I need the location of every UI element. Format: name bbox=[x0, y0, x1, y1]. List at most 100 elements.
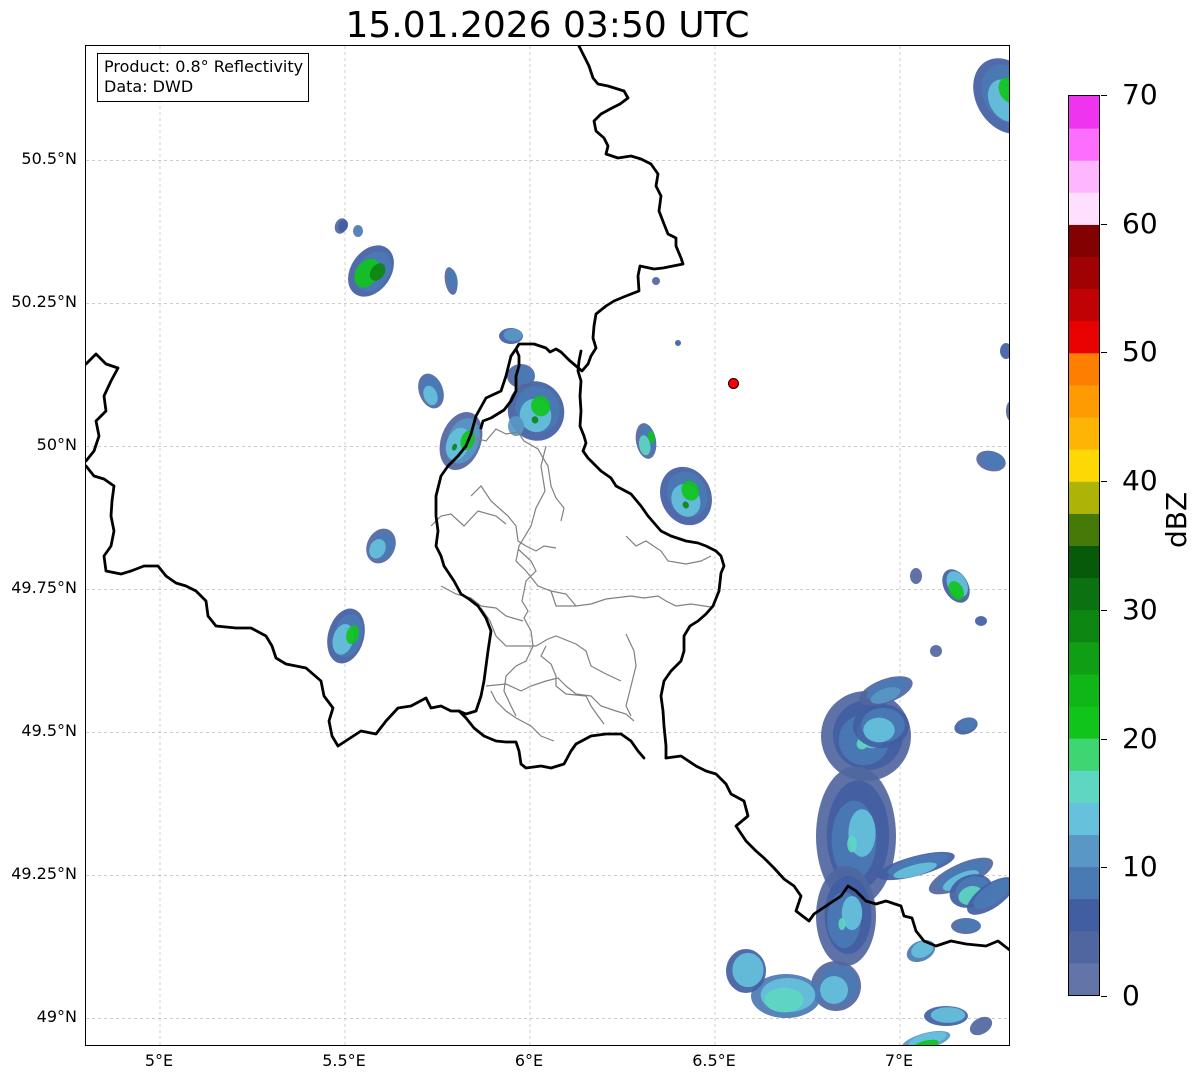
colorbar-tick-label: 40 bbox=[1122, 464, 1158, 498]
echo-cell bbox=[652, 277, 660, 285]
latitude-label: 49°N bbox=[36, 1007, 77, 1027]
district-border bbox=[430, 510, 507, 527]
colorbar-bin bbox=[1069, 128, 1099, 161]
echo-cell bbox=[348, 245, 394, 297]
site-marker[interactable] bbox=[728, 377, 739, 389]
district-border bbox=[480, 607, 622, 682]
colorbar-tick bbox=[1101, 223, 1107, 225]
echo-cell bbox=[910, 568, 922, 584]
echo-cell bbox=[366, 528, 396, 564]
data-source-label: Data: DWD bbox=[104, 77, 194, 96]
longitude-label: 6°E bbox=[514, 1051, 544, 1070]
district-border bbox=[517, 548, 537, 647]
colorbar-tick-label: 10 bbox=[1122, 850, 1158, 884]
colorbar-bin bbox=[1069, 577, 1099, 611]
product-label: Product: 0.8° Reflectivity bbox=[104, 57, 304, 76]
colorbar-tick bbox=[1101, 609, 1107, 611]
colorbar-unit-label: dBZ bbox=[1160, 491, 1193, 548]
colorbar-bin bbox=[1069, 898, 1099, 932]
map-title: 15.01.2026 03:50 UTC bbox=[345, 5, 750, 46]
latitude-label: 49.25°N bbox=[11, 864, 77, 884]
colorbar-bin bbox=[1069, 449, 1099, 482]
radar-map[interactable] bbox=[85, 45, 1010, 1046]
echo-cell bbox=[924, 1006, 968, 1026]
echo-cell bbox=[327, 608, 365, 664]
colorbar-bin bbox=[1069, 738, 1099, 771]
colorbar-bin bbox=[1069, 962, 1099, 995]
colorbar-bin bbox=[1069, 834, 1099, 868]
district-border bbox=[625, 535, 712, 565]
echo-cell bbox=[726, 949, 766, 993]
echo-cell bbox=[930, 645, 942, 657]
district-border bbox=[470, 485, 557, 552]
colorbar-tick-label: 30 bbox=[1122, 592, 1158, 626]
latitude-label: 49.5°N bbox=[21, 721, 77, 741]
colorbar-bins bbox=[1069, 96, 1099, 995]
colorbar bbox=[1068, 95, 1100, 996]
district-border bbox=[540, 645, 605, 725]
longitude-label: 5°E bbox=[144, 1051, 174, 1070]
echo-cell bbox=[853, 704, 909, 748]
colorbar-bin bbox=[1069, 352, 1099, 386]
colorbar-bin bbox=[1069, 673, 1099, 707]
echo-cell bbox=[635, 423, 657, 459]
echo-cell bbox=[901, 1030, 951, 1045]
echo-cell bbox=[507, 381, 565, 441]
district-border bbox=[625, 633, 637, 717]
colorbar-tick-label: 50 bbox=[1122, 335, 1158, 369]
echo-cell bbox=[507, 364, 535, 388]
echo-cell bbox=[973, 58, 1009, 134]
colorbar-bin bbox=[1069, 224, 1099, 258]
colorbar-bin bbox=[1069, 256, 1099, 290]
colorbar-bin bbox=[1069, 481, 1099, 514]
latitude-label: 50.25°N bbox=[11, 292, 77, 312]
colorbar-tick-label: 20 bbox=[1122, 721, 1158, 755]
echo-cell bbox=[334, 218, 349, 234]
colorbar-tick-label: 70 bbox=[1122, 78, 1158, 111]
map-canvas bbox=[86, 46, 1009, 1045]
product-info-box: Product: 0.8° Reflectivity Data: DWD bbox=[97, 53, 310, 102]
echo-cell bbox=[976, 450, 1006, 472]
colorbar-bin bbox=[1069, 545, 1099, 579]
echo-cell bbox=[499, 328, 523, 344]
echo-cell bbox=[660, 466, 712, 526]
colorbar-tick bbox=[1101, 738, 1107, 740]
radar-echoes bbox=[327, 58, 1009, 1045]
border-belgium-west bbox=[86, 352, 120, 463]
border-germany-luxembourg bbox=[576, 349, 726, 760]
longitude-label: 5.5°E bbox=[322, 1051, 366, 1070]
colorbar-bin bbox=[1069, 706, 1099, 739]
colorbar-bin bbox=[1069, 192, 1099, 225]
colorbar-tick bbox=[1101, 95, 1107, 96]
echo-cell bbox=[816, 866, 876, 966]
colorbar-tick bbox=[1101, 996, 1107, 997]
border-belgium-luxembourg bbox=[434, 347, 518, 716]
colorbar-bin bbox=[1069, 770, 1099, 803]
colorbar-bin bbox=[1069, 609, 1099, 643]
echo-cell bbox=[439, 411, 483, 471]
district-border bbox=[490, 690, 555, 742]
district-border bbox=[503, 645, 534, 717]
colorbar-tick-label: 60 bbox=[1122, 206, 1158, 240]
echo-cell bbox=[675, 340, 681, 346]
colorbar-bin bbox=[1069, 417, 1099, 450]
district-border bbox=[440, 585, 524, 622]
district-border bbox=[515, 445, 577, 607]
longitude-label: 6.5°E bbox=[692, 1051, 736, 1070]
echo-cell bbox=[1006, 401, 1009, 421]
echo-cell bbox=[969, 1016, 993, 1036]
colorbar-bin bbox=[1069, 288, 1099, 322]
colorbar-bin bbox=[1069, 641, 1099, 675]
latitude-label: 49.75°N bbox=[11, 578, 77, 598]
colorbar-tick bbox=[1101, 867, 1107, 869]
colorbar-bin bbox=[1069, 930, 1099, 964]
colorbar-tick-label: 0 bbox=[1122, 979, 1140, 1012]
colorbar-bin bbox=[1069, 160, 1099, 193]
colorbar-tick bbox=[1101, 352, 1107, 354]
border-belgium-france bbox=[86, 464, 461, 748]
echo-cell bbox=[951, 918, 981, 934]
colorbar-bin bbox=[1069, 96, 1099, 129]
latitude-label: 50°N bbox=[36, 435, 77, 455]
latitude-label: 50.5°N bbox=[21, 149, 77, 169]
echo-cell bbox=[942, 569, 970, 603]
